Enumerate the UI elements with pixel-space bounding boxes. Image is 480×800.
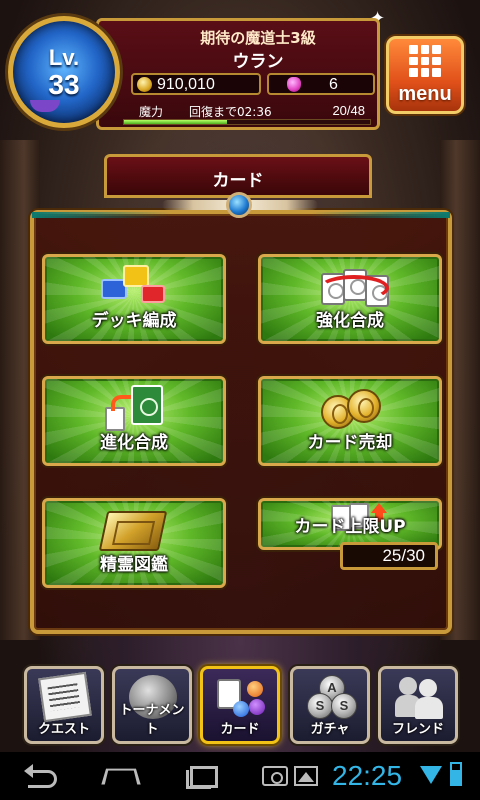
ornament-divider [162, 190, 318, 220]
bottom-navigation: クエスト トーナメント カード A S S ガチャ フレンド [0, 662, 480, 748]
player-status-panel: 期待の魔道士3級 ウラン 910,010 6 魔力 回復まで02:36 20/4… [96, 18, 380, 130]
mana-label: 魔力 [139, 105, 164, 119]
menu-button[interactable]: menu [386, 36, 464, 114]
nav-tournament-label: トーナメント [119, 703, 185, 737]
recent-apps-icon[interactable] [184, 762, 220, 790]
coin-counter: 910,010 [131, 73, 261, 95]
nav-friend[interactable]: フレンド [378, 666, 458, 744]
player-name: ウラン [232, 52, 284, 72]
screenshot-icon [262, 766, 288, 786]
coin-value: 910,010 [157, 76, 215, 93]
menu-label: menu [398, 83, 452, 105]
battery-icon [450, 762, 462, 786]
panel-trim-left [32, 212, 172, 218]
enhance-fusion-label: 強化合成 [316, 311, 384, 331]
deck-cards-icon [101, 265, 167, 305]
back-icon[interactable] [24, 762, 60, 790]
panel-trim-right [310, 212, 450, 218]
nav-tournament[interactable]: トーナメント [112, 666, 192, 744]
deck-edit-button[interactable]: デッキ編成 [42, 254, 226, 344]
grid-icon [409, 45, 441, 77]
nav-gacha-label: ガチャ [310, 722, 350, 737]
card-count: 25/30 [340, 542, 438, 570]
gem-counter: 6 [267, 73, 375, 95]
friends-icon [395, 675, 443, 719]
gem-value: 6 [329, 76, 338, 93]
nav-gacha[interactable]: A S S ガチャ [290, 666, 370, 744]
mana-count: 20/48 [332, 103, 365, 118]
spirit-book-label: 精霊図鑑 [100, 555, 168, 575]
scroll-icon [38, 671, 92, 723]
rank-title: 期待の魔道士3級 [200, 29, 316, 47]
sell-card-button[interactable]: カード売却 [258, 376, 442, 466]
level-label: Lv. [48, 45, 80, 70]
spirit-book-icon [97, 509, 169, 553]
coin-icon [137, 77, 152, 92]
mana-recovery-timer: 回復まで02:36 [189, 105, 272, 119]
home-icon[interactable] [100, 762, 140, 790]
android-system-bar: 22:25 [0, 752, 480, 800]
nav-friend-label: フレンド [391, 722, 444, 737]
cards-icon [217, 675, 265, 719]
section-title: カード [212, 171, 264, 191]
gallery-icon [294, 766, 318, 786]
sell-card-label: カード売却 [307, 433, 393, 453]
card-limit-up-label: カード上限UP [294, 517, 406, 537]
spirit-book-button[interactable]: 精霊図鑑 [42, 498, 226, 588]
nav-card[interactable]: カード [200, 666, 280, 744]
level-badge: Lv. 33 [8, 16, 120, 128]
evolve-fusion-label: 進化合成 [100, 433, 168, 453]
enhance-fusion-icon [313, 265, 397, 309]
wifi-icon [420, 766, 442, 784]
coins-icon [315, 387, 395, 431]
jewel-icon [226, 192, 252, 218]
nav-quest-label: クエスト [37, 722, 90, 737]
nav-card-label: カード [220, 722, 260, 737]
mana-bar-fill [124, 120, 228, 124]
gacha-coins-icon: A S S [307, 675, 357, 719]
nav-quest[interactable]: クエスト [24, 666, 104, 744]
deck-edit-label: デッキ編成 [91, 311, 177, 331]
clock: 22:25 [332, 760, 403, 791]
mana-bar [123, 119, 371, 125]
evolve-fusion-button[interactable]: 進化合成 [42, 376, 226, 466]
level-value: 33 [48, 69, 80, 100]
magic-stone-icon [287, 77, 301, 92]
enhance-fusion-button[interactable]: 強化合成 [258, 254, 442, 344]
